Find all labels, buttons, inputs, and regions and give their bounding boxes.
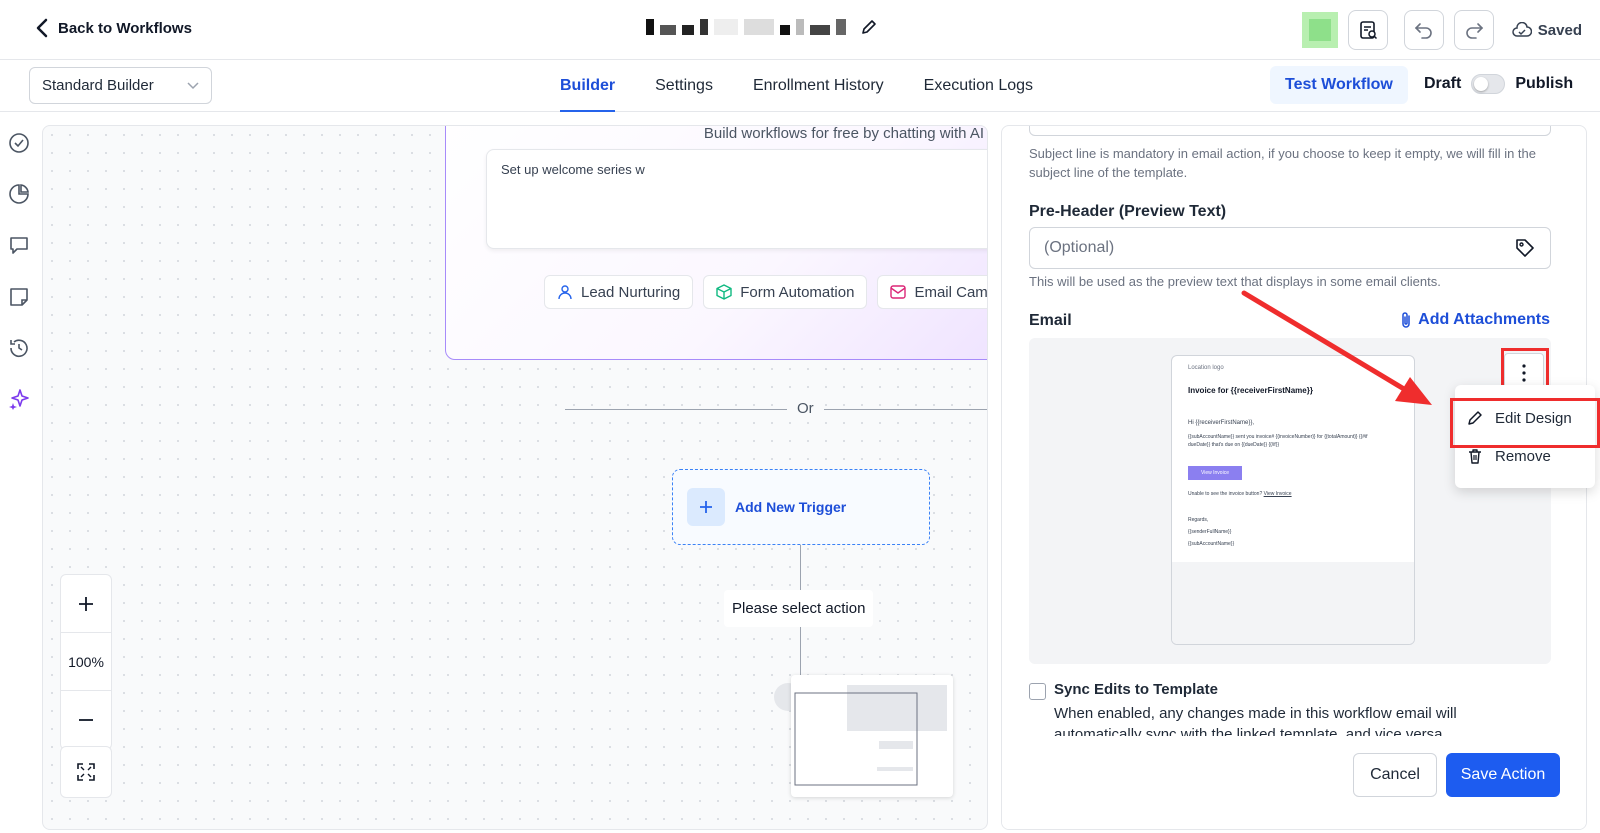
top-actions: Saved bbox=[1301, 10, 1582, 50]
workflow-canvas[interactable]: Build workflows for free by chatting wit… bbox=[42, 125, 988, 830]
email-sender: {{senderFullName}} bbox=[1188, 529, 1232, 535]
left-rail bbox=[0, 113, 38, 833]
minimap[interactable] bbox=[791, 675, 953, 797]
pencil-icon[interactable] bbox=[860, 18, 878, 36]
ai-prompt-input[interactable]: Set up welcome series w bbox=[486, 149, 987, 249]
select-action-label[interactable]: Please select action bbox=[724, 590, 874, 627]
note-icon[interactable] bbox=[8, 286, 30, 308]
email-body-line2: dueDate}} that's due on {{dueDate}} {{/i… bbox=[1188, 442, 1280, 448]
plus-icon bbox=[78, 596, 94, 612]
mail-icon bbox=[890, 285, 907, 299]
publish-toggle-group: Draft Publish bbox=[1424, 74, 1573, 94]
zoom-level: 100% bbox=[61, 633, 111, 691]
back-label: Back to Workflows bbox=[58, 19, 192, 37]
chip-lead-nurturing[interactable]: Lead Nurturing bbox=[544, 275, 694, 309]
sub-bar: Standard Builder Builder Settings Enroll… bbox=[0, 60, 1600, 112]
paperclip-icon bbox=[1400, 311, 1412, 329]
redo-button[interactable] bbox=[1453, 10, 1494, 50]
email-label: Email bbox=[1029, 312, 1072, 329]
or-divider bbox=[565, 409, 987, 410]
subject-help-text: Subject line is mandatory in email actio… bbox=[1029, 146, 1536, 180]
preheader-label: Pre-Header (Preview Text) bbox=[1029, 203, 1227, 220]
location-logo: Location logo bbox=[1188, 365, 1224, 371]
email-account: {{subAccountName}} bbox=[1188, 541, 1235, 547]
chip-label: Lead Nurturing bbox=[581, 283, 681, 301]
email-footer-area bbox=[1172, 562, 1414, 644]
or-label: Or bbox=[787, 400, 824, 417]
pie-chart-icon[interactable] bbox=[8, 183, 30, 205]
panel-footer: Cancel Save Action bbox=[1002, 738, 1586, 829]
expand-icon bbox=[76, 762, 96, 782]
chevron-left-icon bbox=[36, 18, 48, 38]
ai-builder-card: Build workflows for free by chatting wit… bbox=[445, 125, 988, 360]
clipboard-search-icon bbox=[1357, 19, 1379, 41]
plus-icon bbox=[687, 488, 725, 526]
tag-icon[interactable] bbox=[1514, 237, 1536, 259]
remove-label: Remove bbox=[1495, 447, 1551, 465]
preheader-input[interactable]: (Optional) bbox=[1029, 227, 1551, 269]
history-icon[interactable] bbox=[8, 337, 30, 359]
tab-builder[interactable]: Builder bbox=[560, 60, 616, 112]
preheader-help-text: This will be used as the preview text th… bbox=[1029, 274, 1441, 289]
test-workflow-button[interactable]: Test Workflow bbox=[1270, 66, 1408, 104]
add-attachments-link[interactable]: Add Attachments bbox=[1400, 311, 1550, 329]
zoom-controls: 100% bbox=[60, 574, 112, 750]
chip-form-automation[interactable]: Form Automation bbox=[703, 275, 868, 309]
tab-execution-logs[interactable]: Execution Logs bbox=[924, 60, 1033, 112]
saved-status: Saved bbox=[1512, 22, 1582, 39]
builder-mode-select[interactable]: Standard Builder bbox=[29, 67, 212, 104]
preheader-placeholder: (Optional) bbox=[1044, 239, 1115, 256]
add-new-trigger-button[interactable]: Add New Trigger bbox=[672, 469, 930, 545]
zoom-out-button[interactable] bbox=[61, 691, 111, 749]
chip-label: Email Cam bbox=[914, 283, 988, 301]
builder-select-value: Standard Builder bbox=[42, 77, 154, 94]
ai-subtitle: Build workflows for free by chatting wit… bbox=[703, 125, 984, 142]
user-icon bbox=[557, 284, 573, 300]
sync-edits-label: Sync Edits to Template bbox=[1054, 681, 1218, 698]
chip-label: Form Automation bbox=[740, 283, 855, 301]
tab-settings[interactable]: Settings bbox=[655, 60, 713, 112]
chip-email-campaign[interactable]: Email Cam bbox=[877, 275, 988, 309]
sync-edits-checkbox[interactable] bbox=[1029, 683, 1046, 700]
trash-icon bbox=[1467, 448, 1483, 464]
add-attachments-label: Add Attachments bbox=[1418, 311, 1550, 328]
prompt-chips: Lead Nurturing Form Automation Email Cam bbox=[544, 275, 988, 309]
cube-icon bbox=[716, 284, 732, 300]
chat-icon[interactable] bbox=[8, 234, 30, 256]
top-bar: Back to Workflows Saved bbox=[0, 0, 1600, 60]
sync-edits-help: When enabled, any changes made in this w… bbox=[1054, 705, 1457, 736]
workflow-title[interactable] bbox=[646, 18, 878, 36]
publish-toggle[interactable] bbox=[1471, 74, 1506, 94]
back-to-workflows-button[interactable]: Back to Workflows bbox=[36, 18, 192, 38]
cloud-check-icon bbox=[1512, 22, 1532, 38]
email-unable-text: Unable to see the invoice button? View I… bbox=[1188, 491, 1292, 497]
tab-enrollment-history[interactable]: Enrollment History bbox=[753, 60, 884, 112]
email-regards: Regards, bbox=[1188, 517, 1209, 523]
email-greeting: Hi {{receiverFirstName}}, bbox=[1188, 420, 1255, 426]
check-circle-icon[interactable] bbox=[8, 132, 30, 154]
cancel-button[interactable]: Cancel bbox=[1353, 753, 1437, 797]
email-thumbnail[interactable]: Location logo Invoice for {{receiverFirs… bbox=[1171, 355, 1415, 645]
fit-view-button[interactable] bbox=[60, 746, 112, 798]
redo-icon bbox=[1464, 20, 1484, 40]
saved-label: Saved bbox=[1537, 21, 1582, 39]
subject-input[interactable] bbox=[1029, 126, 1551, 136]
save-action-button[interactable]: Save Action bbox=[1446, 753, 1560, 797]
draft-label: Draft bbox=[1424, 75, 1462, 92]
undo-button[interactable] bbox=[1403, 10, 1444, 50]
chevron-down-icon bbox=[187, 81, 199, 90]
publish-label: Publish bbox=[1515, 75, 1574, 92]
main-tabs: Builder Settings Enrollment History Exec… bbox=[560, 60, 1033, 112]
notes-button[interactable] bbox=[1347, 10, 1388, 50]
edit-design-highlight-box bbox=[1450, 398, 1600, 448]
email-body-line1: {{subAccountName}} sent you invoice# {{i… bbox=[1188, 434, 1368, 440]
brand-logo bbox=[1301, 12, 1338, 48]
minus-icon bbox=[78, 718, 94, 722]
zoom-in-button[interactable] bbox=[61, 575, 111, 633]
add-trigger-label: Add New Trigger bbox=[735, 499, 847, 515]
undo-icon bbox=[1414, 20, 1434, 40]
view-invoice-button: View Invoice bbox=[1188, 466, 1242, 480]
sparkle-icon[interactable] bbox=[8, 388, 30, 410]
email-title: Invoice for {{receiverFirstName}} bbox=[1188, 386, 1313, 395]
